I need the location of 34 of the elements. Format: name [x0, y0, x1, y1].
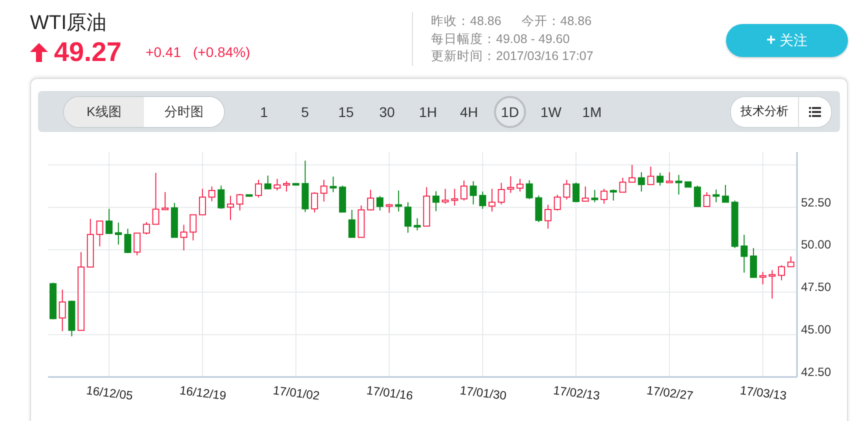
price-value: 49.27: [54, 37, 122, 67]
info-text: 昨收：48.86: [431, 14, 502, 28]
axis-label: 17/01/30: [459, 383, 508, 403]
percent-change: (+0.84%): [193, 44, 250, 60]
interval-tab[interactable]: 1H: [412, 96, 444, 128]
interval-tab[interactable]: 1D: [494, 96, 526, 128]
interval-tab[interactable]: 1W: [535, 96, 567, 128]
interval-tab[interactable]: 5: [289, 96, 321, 128]
axis-label: 17/01/16: [366, 383, 414, 403]
interval-tab[interactable]: 15: [330, 96, 362, 128]
axis-label: 17/03/13: [739, 383, 788, 403]
analysis-button[interactable]: 技术分析: [731, 96, 799, 126]
price-change: +0.41: [146, 44, 182, 60]
list-button[interactable]: [799, 96, 831, 126]
axis-label: 17/02/27: [646, 383, 694, 403]
axis-label: 17/01/02: [272, 383, 320, 403]
info-text: 每日幅度：49.08 - 49.60: [431, 32, 570, 46]
list-icon: [809, 106, 821, 116]
info-text: 更新时间：2017/03/16 17:07: [431, 49, 594, 63]
axis-label: 16/12/19: [178, 383, 227, 403]
interval-tab[interactable]: 30: [371, 96, 403, 128]
chart-type-tab[interactable]: K线图: [64, 96, 144, 126]
axis-label: 52.50: [801, 195, 832, 210]
info-text: 今开：48.86: [521, 14, 592, 28]
axis-label: 50.00: [801, 238, 832, 252]
axis-label: 45.00: [801, 322, 832, 337]
axis-label: 16/12/05: [86, 383, 134, 403]
interval-tab[interactable]: 4H: [453, 96, 485, 128]
axis-label: 47.50: [801, 280, 832, 294]
instrument-title: WTI原油: [30, 11, 108, 35]
axis-label: 17/02/13: [552, 383, 601, 403]
interval-tab[interactable]: 1M: [576, 96, 608, 128]
axis-label: 42.50: [801, 365, 832, 379]
interval-tab[interactable]: 1: [248, 96, 280, 128]
